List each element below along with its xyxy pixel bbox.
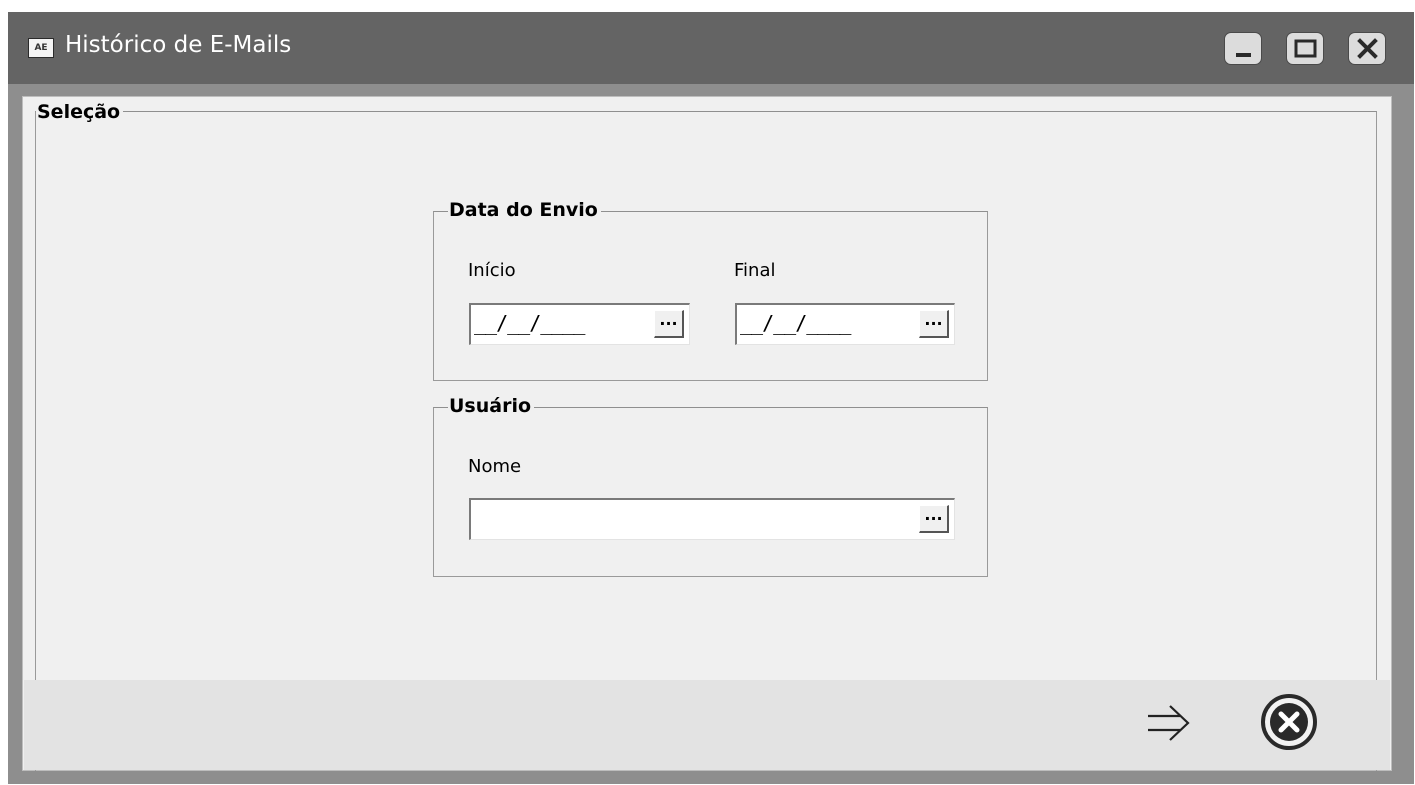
end-date-value: __/__/____ bbox=[740, 311, 851, 335]
window-title: Histórico de E-Mails bbox=[65, 32, 292, 58]
minimize-button[interactable] bbox=[1224, 32, 1262, 65]
cancel-button[interactable] bbox=[1260, 693, 1318, 751]
user-lookup-button[interactable]: ... bbox=[919, 505, 949, 533]
start-date-label: Início bbox=[468, 260, 516, 281]
user-group-legend: Usuário bbox=[448, 394, 535, 418]
close-circle-icon bbox=[1261, 694, 1317, 750]
maximize-button[interactable] bbox=[1286, 32, 1324, 65]
arrow-right-icon bbox=[1148, 705, 1190, 741]
main-window: AE Histórico de E-Mails Seleção Data do … bbox=[8, 12, 1414, 784]
app-icon: AE bbox=[28, 38, 54, 58]
close-icon bbox=[1357, 38, 1378, 59]
end-date-field[interactable]: __/__/____ ... bbox=[735, 303, 955, 345]
date-group-legend: Data do Envio bbox=[448, 198, 601, 222]
start-date-field[interactable]: __/__/____ ... bbox=[469, 303, 690, 345]
client-area: Seleção Data do Envio Início Final __/__… bbox=[22, 96, 1392, 771]
maximize-icon bbox=[1294, 39, 1317, 58]
confirm-button[interactable] bbox=[1144, 700, 1194, 746]
start-date-picker-button[interactable]: ... bbox=[654, 310, 684, 338]
minimize-icon bbox=[1236, 53, 1251, 57]
action-bar bbox=[24, 680, 1390, 770]
user-name-field[interactable]: ... bbox=[469, 498, 955, 540]
selection-legend: Seleção bbox=[36, 100, 124, 124]
user-name-label: Nome bbox=[468, 456, 522, 477]
end-date-label: Final bbox=[734, 260, 776, 281]
title-bar[interactable]: AE Histórico de E-Mails bbox=[8, 12, 1414, 84]
start-date-value: __/__/____ bbox=[474, 311, 585, 335]
user-group: Usuário Nome ... bbox=[433, 394, 988, 577]
date-group: Data do Envio Início Final __/__/____ ..… bbox=[433, 198, 988, 381]
end-date-picker-button[interactable]: ... bbox=[919, 310, 949, 338]
close-button[interactable] bbox=[1348, 32, 1386, 65]
